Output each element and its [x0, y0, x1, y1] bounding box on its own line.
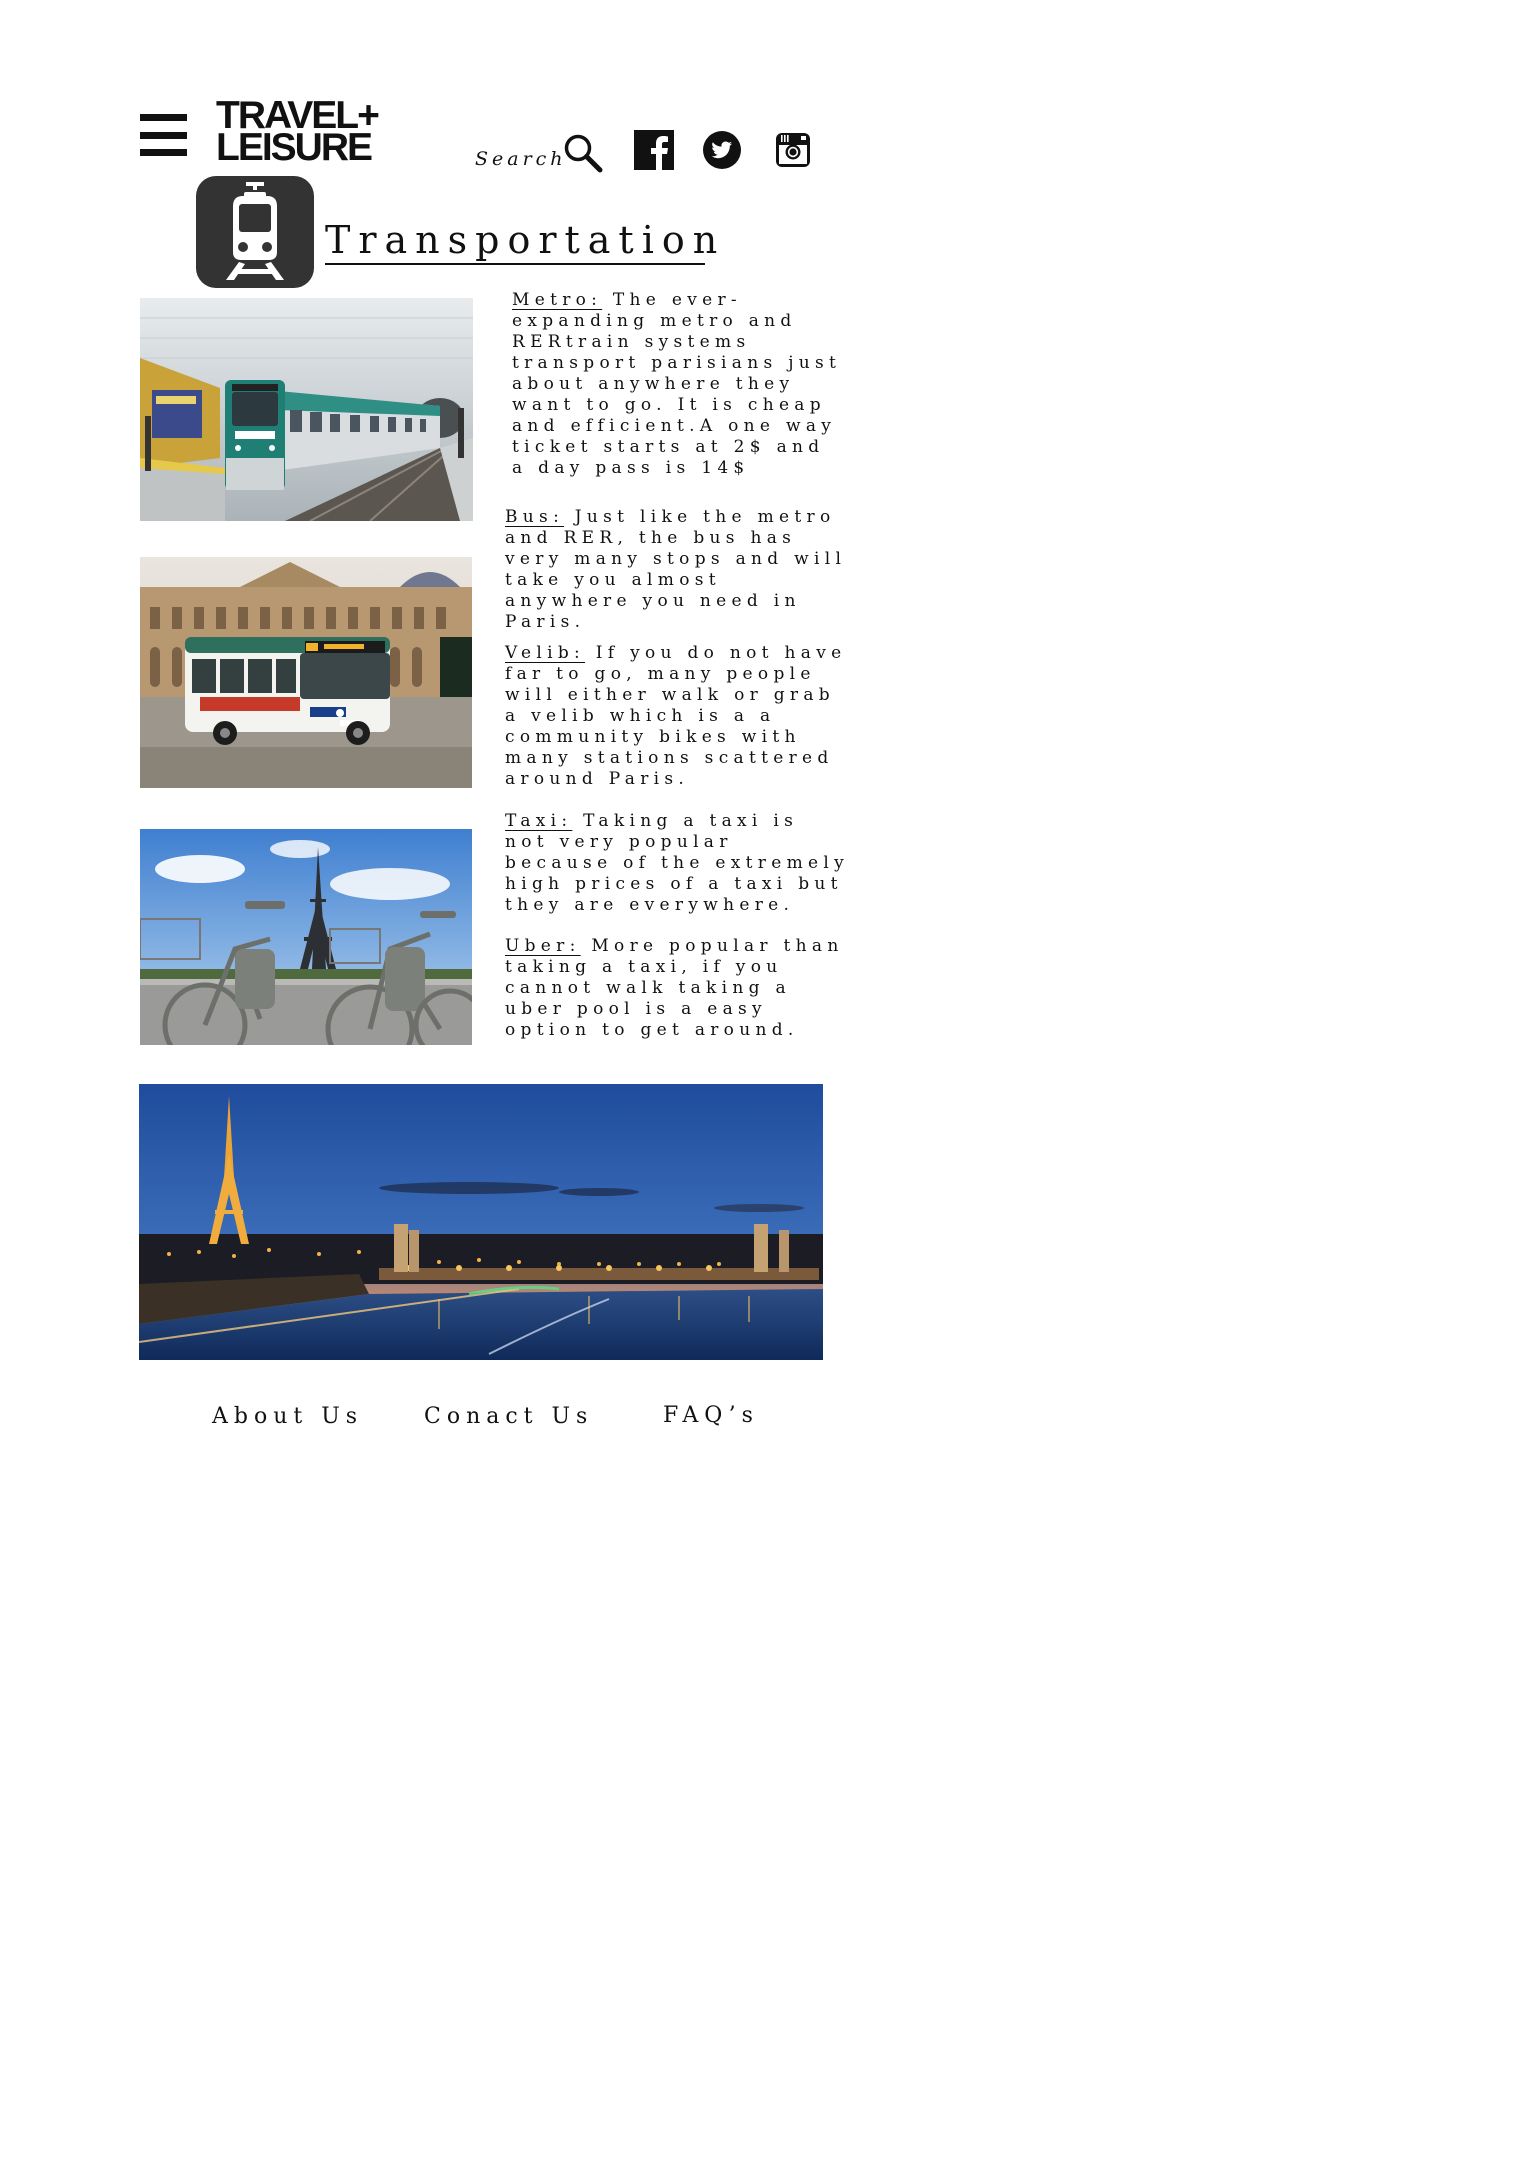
velib-term: Velib:: [505, 643, 586, 663]
logo-line-2: LEISURE: [216, 126, 373, 169]
metro-description: Metro: The ever-expanding metro and RERt…: [512, 290, 842, 479]
footer-link-contact[interactable]: Conact Us: [424, 1404, 593, 1429]
footer-link-about[interactable]: About Us: [212, 1404, 363, 1429]
page-title: Transportation: [325, 218, 717, 265]
taxi-term: Taxi:: [505, 811, 573, 831]
facebook-icon[interactable]: [634, 130, 674, 170]
velib-description: Velib: If you do not have far to go, man…: [505, 643, 850, 790]
footer-link-faq[interactable]: FAQ’s: [663, 1403, 759, 1428]
menu-bar: [140, 131, 187, 139]
instagram-icon[interactable]: [773, 130, 813, 170]
bus-description: Bus: Just like the metro and RER, the bu…: [505, 507, 850, 633]
menu-bar: [140, 149, 187, 156]
metro-term: Metro:: [512, 290, 603, 310]
taxi-description: Taxi: Taking a taxi is not very popular …: [505, 811, 850, 916]
menu-bar: [140, 114, 187, 121]
travel-leisure-logo[interactable]: TRAVEL+ LEISURE: [216, 96, 448, 169]
twitter-icon[interactable]: [702, 130, 742, 170]
paris-night-photo: [139, 1084, 823, 1360]
search-label[interactable]: Search: [475, 148, 567, 170]
bus-term: Bus:: [505, 507, 565, 527]
uber-term: Uber:: [505, 936, 581, 956]
bus-photo: [140, 557, 472, 788]
velib-bikes-photo: [140, 829, 472, 1045]
velib-text: If you do not have far to go, many peopl…: [505, 643, 847, 789]
search-icon[interactable]: [563, 133, 603, 173]
metro-text: The ever-expanding metro and RERtrain sy…: [512, 290, 842, 478]
menu-icon[interactable]: [140, 114, 187, 156]
train-icon: [196, 176, 314, 288]
uber-description: Uber: More popular than taking a taxi, i…: [505, 936, 850, 1041]
metro-train-photo: [140, 298, 473, 521]
